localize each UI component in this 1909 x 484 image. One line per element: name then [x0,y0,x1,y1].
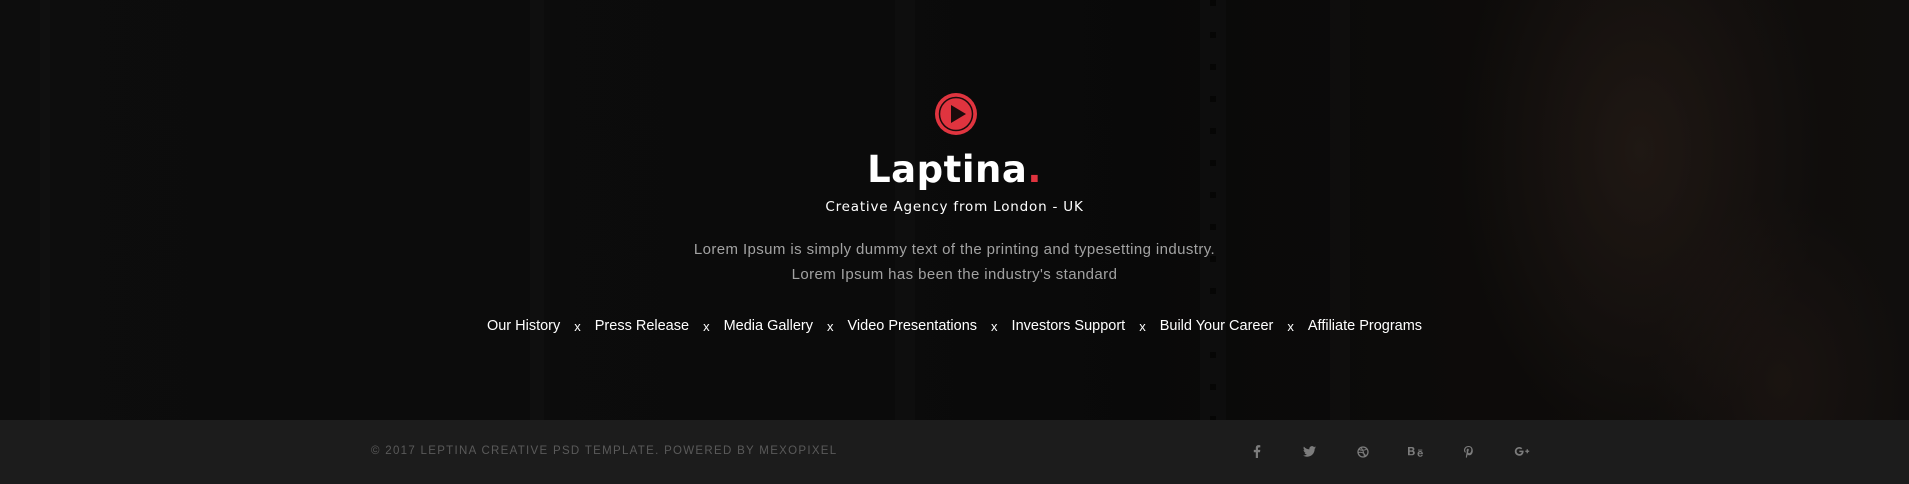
description-line: Lorem Ipsum has been the industry's stan… [791,265,1118,283]
footer-nav: Our History x Press Release x Media Gall… [0,318,1909,334]
dribbble-icon[interactable] [1336,441,1389,461]
nav-link-media-gallery[interactable]: Media Gallery [724,318,813,334]
brand-name: Laptina [867,148,1028,191]
description: Lorem Ipsum is simply dummy text of the … [0,238,1909,287]
brand-title: Laptina. [0,146,1909,194]
social-links [1230,441,1548,461]
nav-link-video-presentations[interactable]: Video Presentations [848,318,978,334]
nav-link-build-your-career[interactable]: Build Your Career [1160,318,1274,334]
nav-separator: x [991,318,998,334]
brand-dot: . [1027,148,1042,191]
description-line: Lorem Ipsum is simply dummy text of the … [693,241,1216,258]
nav-link-our-history[interactable]: Our History [487,318,560,334]
nav-separator: x [574,318,581,334]
nav-separator: x [827,318,834,334]
nav-separator: x [1287,318,1294,334]
nav-link-press-release[interactable]: Press Release [595,318,689,334]
nav-separator: x [1139,318,1146,334]
brand-tagline: Creative Agency from London - UK [825,199,1084,215]
nav-link-investors-support[interactable]: Investors Support [1012,318,1126,334]
play-circle-icon[interactable] [935,93,977,135]
google-plus-icon[interactable] [1495,441,1548,461]
behance-icon[interactable] [1389,441,1442,461]
twitter-icon[interactable] [1283,441,1336,461]
pinterest-icon[interactable] [1442,441,1495,461]
copyright-text: © 2017 LEPTINA CREATIVE PSD TEMPLATE. PO… [371,445,838,457]
footer-bar: © 2017 LEPTINA CREATIVE PSD TEMPLATE. PO… [0,420,1909,484]
nav-separator: x [703,318,710,334]
nav-link-affiliate-programs[interactable]: Affiliate Programs [1308,318,1422,334]
facebook-icon[interactable] [1230,441,1283,461]
